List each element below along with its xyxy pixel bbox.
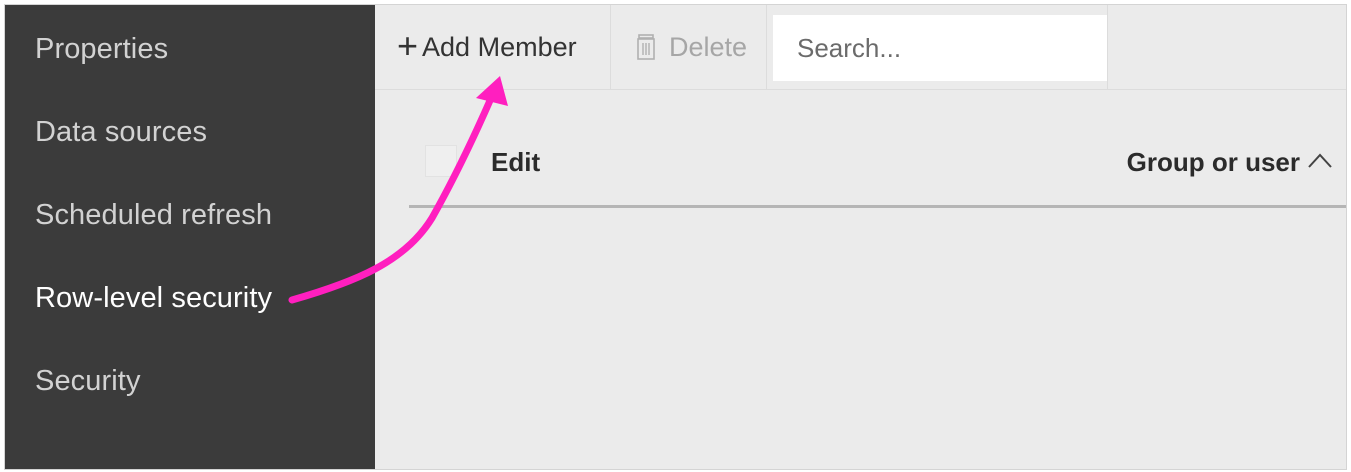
column-header-group-or-user[interactable]: Group or user [1127,147,1300,178]
sidebar-item-security[interactable]: Security [35,365,141,398]
add-member-label: Add Member [422,31,577,62]
main-panel: + Add Member Delete Edit Group or user [375,5,1346,469]
sidebar-item-properties[interactable]: Properties [35,33,168,66]
plus-icon: + [397,25,419,66]
sidebar: Properties Data sources Scheduled refres… [5,5,375,469]
chevron-up-icon[interactable] [1306,147,1334,175]
search-input[interactable] [773,15,1107,81]
toolbar-divider [1107,5,1108,89]
select-all-checkbox[interactable] [425,145,457,177]
delete-button[interactable]: Delete [611,5,767,89]
toolbar: + Add Member Delete [375,5,1346,90]
app-window: Properties Data sources Scheduled refres… [4,4,1347,470]
sidebar-item-scheduled-refresh[interactable]: Scheduled refresh [35,199,272,232]
sidebar-item-data-sources[interactable]: Data sources [35,116,207,149]
column-header-edit: Edit [491,147,541,177]
table-header: Edit Group or user [409,133,1346,208]
sidebar-item-row-level-security[interactable]: Row-level security [35,282,272,315]
trash-icon [637,34,655,60]
delete-label: Delete [669,31,748,62]
add-member-button[interactable]: + Add Member [375,5,611,89]
